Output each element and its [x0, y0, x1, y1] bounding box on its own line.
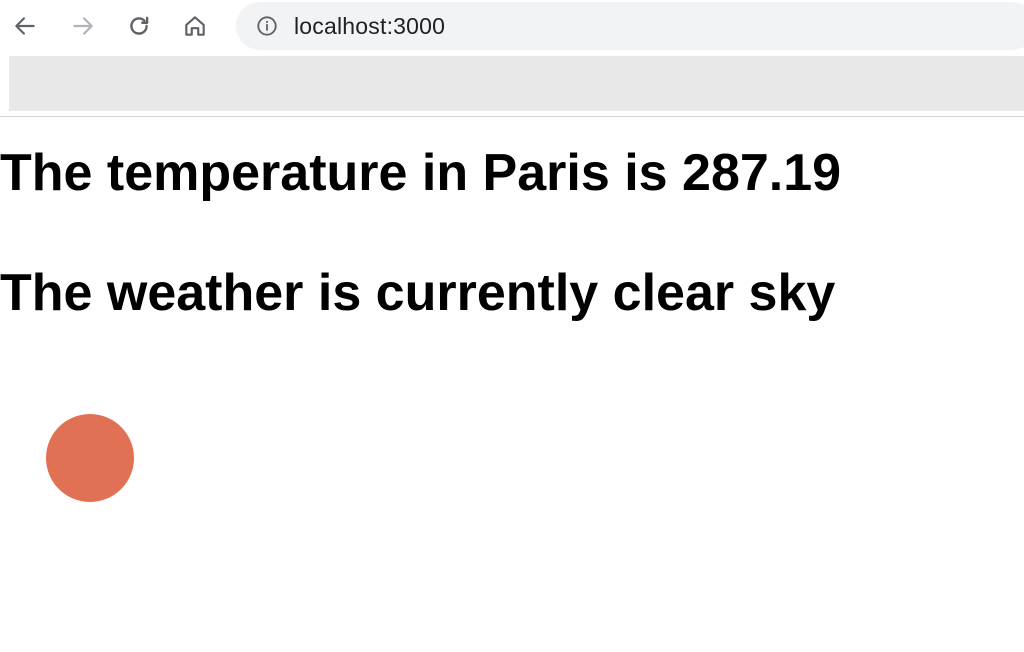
home-icon: [185, 16, 205, 36]
reload-button[interactable]: [122, 8, 156, 44]
browser-toolbar: localhost:3000: [0, 0, 1024, 54]
bookmarks-bar: [9, 56, 1024, 111]
home-button[interactable]: [178, 8, 212, 44]
reload-icon: [130, 16, 149, 35]
weather-heading: The weather is currently clear sky: [0, 264, 836, 322]
page-content: The temperature in Paris is 287.19 The w…: [0, 117, 1024, 652]
info-icon[interactable]: [256, 15, 278, 37]
address-bar[interactable]: localhost:3000: [236, 2, 1024, 50]
temperature-heading: The temperature in Paris is 287.19: [0, 144, 842, 202]
arrow-left-icon: [15, 17, 35, 35]
weather-indicator-circle: [46, 414, 134, 502]
forward-button[interactable]: [66, 8, 100, 44]
url-text[interactable]: localhost:3000: [294, 13, 445, 40]
arrow-right-icon: [73, 17, 93, 35]
back-button[interactable]: [8, 8, 42, 44]
